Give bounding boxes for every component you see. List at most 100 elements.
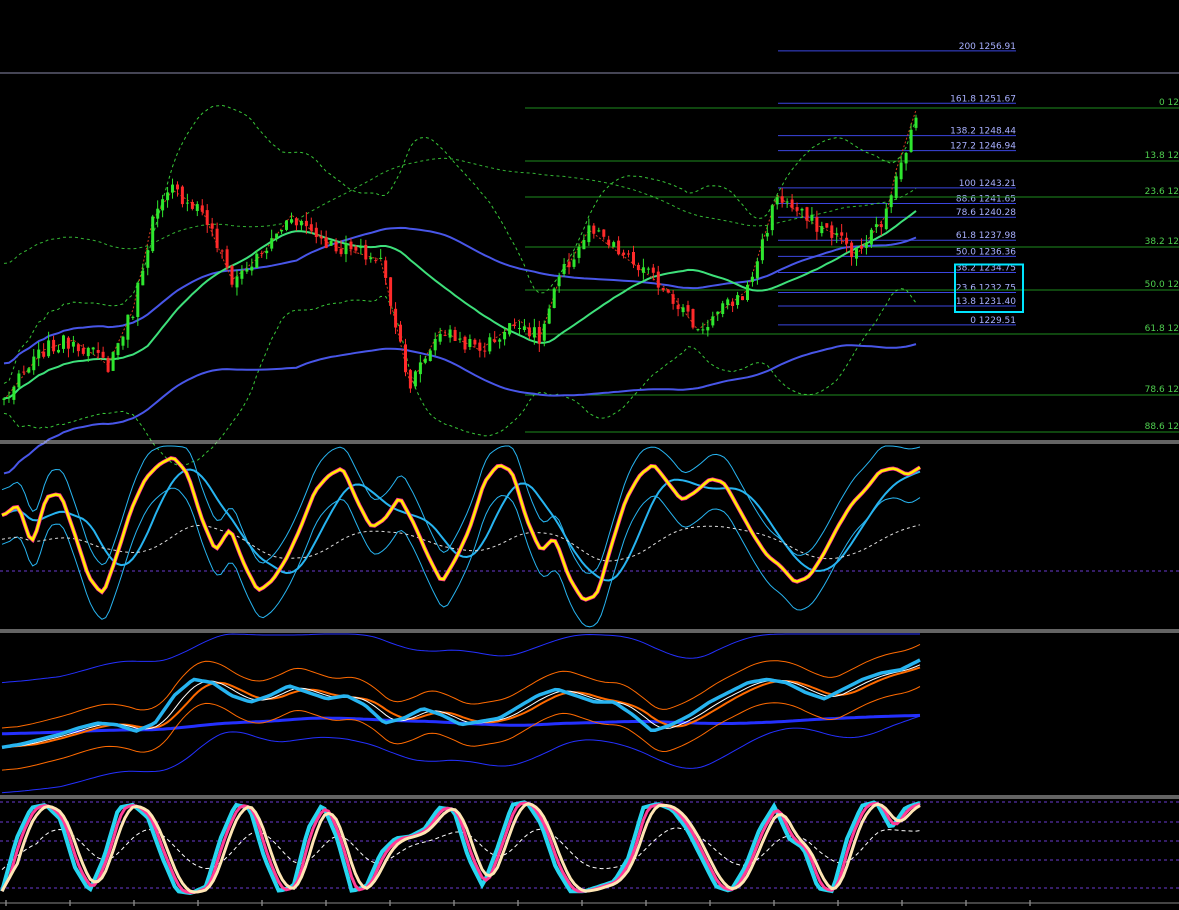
fib-lower-level-label: 88.6 12 <box>1145 422 1179 432</box>
candle-body <box>850 242 854 258</box>
candle-body <box>696 329 700 331</box>
candle-body <box>755 261 759 279</box>
candle-body <box>879 224 883 228</box>
candle-body <box>349 241 353 250</box>
candle-body <box>731 301 735 306</box>
candle-body <box>681 307 685 313</box>
fib-lower-level-label: 23.6 12 <box>1145 187 1179 197</box>
candle-body <box>156 208 160 219</box>
candle-body <box>116 343 120 355</box>
candle-body <box>329 240 333 246</box>
candle-body <box>899 162 903 180</box>
candle-body <box>52 339 56 352</box>
candle-body <box>225 249 229 268</box>
candle-body <box>428 350 432 361</box>
candle-body <box>458 338 462 340</box>
candle-body <box>617 240 621 255</box>
candle-body <box>294 218 298 226</box>
candle-body <box>126 314 130 340</box>
candle-body <box>12 386 16 400</box>
candle-body <box>448 329 452 338</box>
candle-body <box>869 229 873 245</box>
candle-body <box>592 225 596 234</box>
candle-body <box>369 257 373 260</box>
candle-body <box>215 228 219 248</box>
candle-body <box>597 230 601 232</box>
candle-body <box>562 264 566 274</box>
candle-body <box>205 210 209 225</box>
candle-body <box>636 264 640 271</box>
candle-body <box>354 246 358 251</box>
candle-body <box>275 233 279 238</box>
candle-body <box>805 207 809 221</box>
candle-body <box>483 350 487 352</box>
fib-upper-level-label: 50.0 1236.36 <box>956 247 1016 257</box>
candle-body <box>423 358 427 363</box>
candle-body <box>384 260 388 278</box>
candle-body <box>96 350 100 353</box>
candle-body <box>701 329 705 331</box>
candle-body <box>785 201 789 203</box>
candle-body <box>855 248 858 259</box>
candle-body <box>894 176 898 198</box>
candle-body <box>319 236 323 239</box>
candle-body <box>790 199 794 208</box>
candle-body <box>830 225 834 238</box>
candle-body <box>513 324 516 326</box>
candle-body <box>716 311 720 315</box>
candle-body <box>622 252 626 255</box>
candle-body <box>230 265 234 285</box>
candle-body <box>641 267 645 273</box>
candle-body <box>255 253 259 268</box>
candle-body <box>632 252 635 265</box>
candle-body <box>478 342 482 351</box>
fib-lower-level-label: 38.2 12 <box>1145 237 1179 247</box>
candle-body <box>765 232 769 237</box>
candle-body <box>666 289 670 293</box>
candle-body <box>572 259 576 267</box>
candle-body <box>909 129 913 152</box>
candle-body <box>770 205 774 231</box>
candle-body <box>81 348 85 354</box>
candle-body <box>795 207 799 211</box>
candle-body <box>840 232 844 236</box>
candle-body <box>240 270 244 279</box>
fib-upper-level-label: 127.2 1246.94 <box>950 142 1016 152</box>
candle-body <box>260 252 264 254</box>
candle-body <box>542 323 546 341</box>
candle-body <box>612 242 616 247</box>
fib-upper-level-label: 88.6 1241.65 <box>956 195 1016 205</box>
candle-body <box>443 334 447 336</box>
candle-body <box>359 247 363 249</box>
candle-body <box>389 277 393 306</box>
candle-body <box>438 333 442 342</box>
candle-body <box>656 271 660 288</box>
candle-body <box>394 308 398 328</box>
candle-body <box>250 266 254 271</box>
fib-upper-level-label: 161.8 1251.67 <box>950 94 1016 104</box>
candle-body <box>180 186 184 205</box>
fib-upper-level-label: 0 1229.51 <box>970 316 1016 326</box>
candle-body <box>914 117 918 128</box>
candle-body <box>106 357 110 372</box>
candle-body <box>344 243 348 255</box>
candle-body <box>522 326 526 330</box>
candle-body <box>131 316 135 318</box>
candle-body <box>32 356 36 371</box>
candle-body <box>508 323 512 335</box>
candle-body <box>582 240 586 250</box>
candle-body <box>651 267 655 273</box>
candle-body <box>374 260 378 262</box>
candle-body <box>493 339 497 343</box>
candle-body <box>314 227 318 237</box>
candle-body <box>101 351 105 358</box>
candle-body <box>7 397 11 398</box>
candle-body <box>290 219 293 223</box>
candle-body <box>527 327 531 337</box>
candle-body <box>587 225 591 243</box>
candle-body <box>567 261 571 268</box>
candle-body <box>780 196 784 203</box>
candle-body <box>775 197 779 205</box>
candle-body <box>86 347 90 357</box>
candle-body <box>746 284 749 300</box>
